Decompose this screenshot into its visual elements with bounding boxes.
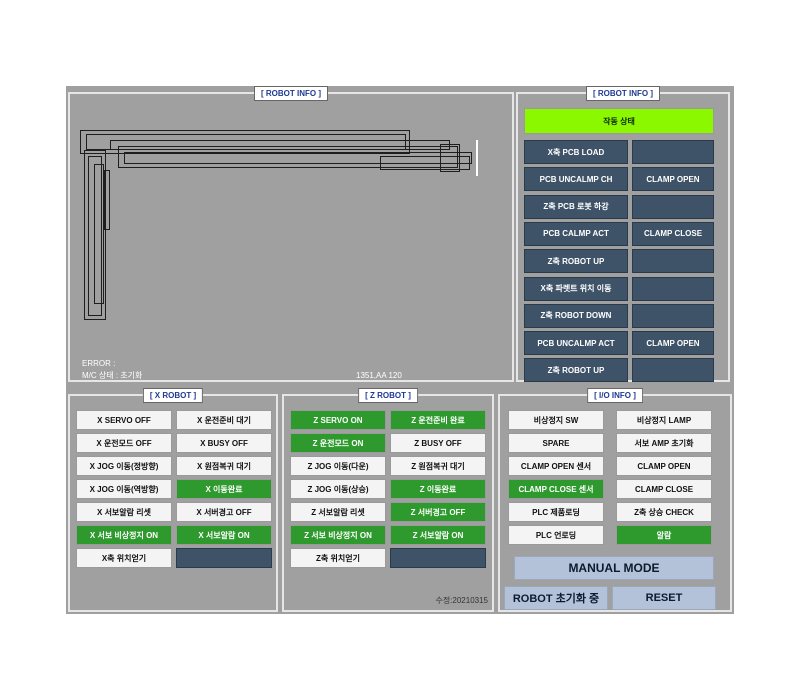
z-robot-control-button[interactable]: Z SERVO ON bbox=[290, 410, 386, 430]
x-robot-status-indicator[interactable]: X 이동완료 bbox=[176, 479, 272, 499]
x-robot-status-indicator[interactable]: X 운전준비 대기 bbox=[176, 410, 272, 430]
sequence-step: Z축 ROBOT DOWN bbox=[524, 303, 628, 328]
x-robot-status-indicator[interactable]: X 서버경고 OFF bbox=[176, 502, 272, 522]
sequence-step: X축 PCB LOAD bbox=[524, 140, 628, 164]
sequence-state: CLAMP OPEN bbox=[632, 167, 714, 192]
io-input-indicator: PLC 제품로딩 bbox=[508, 502, 604, 522]
z-robot-control-button[interactable]: Z JOG 이동(상승) bbox=[290, 479, 386, 499]
x-robot-control-button[interactable]: X 서보 비상정지 ON bbox=[76, 525, 172, 545]
sequence-state bbox=[632, 194, 714, 219]
sequence-state bbox=[632, 358, 714, 383]
x-robot-control-button[interactable]: X 운전모드 OFF bbox=[76, 433, 172, 453]
sequence-state bbox=[632, 276, 714, 301]
mc-state-label: M/C 상태 : 초기화 bbox=[82, 371, 143, 380]
z-robot-status-indicator[interactable]: Z 서보알람 ON bbox=[390, 525, 486, 545]
reset-button[interactable]: RESET bbox=[612, 586, 716, 610]
io-output-button[interactable]: CLAMP OPEN bbox=[616, 456, 712, 476]
io-input-indicator: 비상정지 SW bbox=[508, 410, 604, 430]
coordinates-readout: 1351,AA 120 bbox=[356, 371, 402, 380]
io-input-indicator: SPARE bbox=[508, 433, 604, 453]
sequence-state bbox=[632, 249, 714, 274]
sequence-step: Z축 ROBOT UP bbox=[524, 249, 628, 274]
sequence-step: PCB CALMP ACT bbox=[524, 221, 628, 246]
x-robot-control-button[interactable]: X축 위치얻기 bbox=[76, 548, 172, 568]
error-label: ERROR : bbox=[82, 359, 116, 368]
manual-mode-button[interactable]: MANUAL MODE bbox=[514, 556, 714, 580]
sequence-step: PCB UNCALMP ACT bbox=[524, 331, 628, 356]
io-info-title: [ I/O INFO ] bbox=[587, 388, 643, 403]
z-robot-status-indicator bbox=[390, 548, 486, 568]
robot-control-screen: [ ROBOT INFO ] ERROR : M/C 상태 : 초기화 1351… bbox=[66, 86, 734, 614]
x-robot-control-button[interactable]: X 서보알람 리셋 bbox=[76, 502, 172, 522]
z-robot-status-indicator[interactable]: Z 서버경고 OFF bbox=[390, 502, 486, 522]
x-robot-control-button[interactable]: X SERVO OFF bbox=[76, 410, 172, 430]
z-robot-control-button[interactable]: Z 서보알람 리셋 bbox=[290, 502, 386, 522]
z-robot-status-indicator[interactable]: Z BUSY OFF bbox=[390, 433, 486, 453]
sequence-state: CLAMP OPEN bbox=[632, 331, 714, 356]
sequence-step: Z축 ROBOT UP bbox=[524, 358, 628, 383]
io-output-button[interactable]: CLAMP CLOSE bbox=[616, 479, 712, 499]
io-input-indicator: CLAMP CLOSE 센서 bbox=[508, 479, 604, 499]
operation-status-header: 작동 상태 bbox=[524, 108, 714, 134]
robot-sequence-panel: [ ROBOT INFO ] 작동 상태 X축 PCB LOAD PCB UNCA… bbox=[516, 86, 730, 383]
version-label: 수정:20210315 bbox=[435, 596, 488, 605]
x-robot-control-button[interactable]: X JOG 이동(정방향) bbox=[76, 456, 172, 476]
z-robot-status-indicator[interactable]: Z 운전준비 완료 bbox=[390, 410, 486, 430]
io-input-indicator: PLC 언로딩 bbox=[508, 525, 604, 545]
robot-diagram bbox=[80, 130, 480, 330]
z-robot-status-indicator[interactable]: Z 이동완료 bbox=[390, 479, 486, 499]
z-robot-status-indicator[interactable]: Z 원점복귀 대기 bbox=[390, 456, 486, 476]
x-robot-status-indicator[interactable]: X BUSY OFF bbox=[176, 433, 272, 453]
io-output-button[interactable]: 비상정지 LAMP bbox=[616, 410, 712, 430]
x-robot-status-indicator bbox=[176, 548, 272, 568]
sequence-step: X축 파렛트 위치 이동 bbox=[524, 276, 628, 301]
io-output-button[interactable]: 알람 bbox=[616, 525, 712, 545]
x-robot-control-button[interactable]: X JOG 이동(역방향) bbox=[76, 479, 172, 499]
sequence-step: Z축 PCB 로봇 하강 bbox=[524, 194, 628, 219]
sequence-state: CLAMP CLOSE bbox=[632, 221, 714, 246]
z-robot-panel: [ Z ROBOT ] 수정:20210315 Z SERVO ON Z 운전준비… bbox=[282, 388, 494, 612]
io-output-button[interactable]: 서보 AMP 초기화 bbox=[616, 433, 712, 453]
io-input-indicator: CLAMP OPEN 센서 bbox=[508, 456, 604, 476]
sequence-step: PCB UNCALMP CH bbox=[524, 167, 628, 192]
x-robot-status-indicator[interactable]: X 서보알람 ON bbox=[176, 525, 272, 545]
io-info-panel: [ I/O INFO ] MANUAL MODE ROBOT 초기화 중 RES… bbox=[498, 388, 732, 612]
z-robot-control-button[interactable]: Z JOG 이동(다운) bbox=[290, 456, 386, 476]
z-robot-control-button[interactable]: Z 운전모드 ON bbox=[290, 433, 386, 453]
x-robot-title: [ X ROBOT ] bbox=[142, 388, 204, 403]
sequence-state bbox=[632, 303, 714, 328]
robot-info-title: [ ROBOT INFO ] bbox=[254, 86, 328, 101]
z-robot-control-button[interactable]: Z 서보 비상정지 ON bbox=[290, 525, 386, 545]
x-robot-status-indicator[interactable]: X 원점복귀 대기 bbox=[176, 456, 272, 476]
robot-sequence-title: [ ROBOT INFO ] bbox=[586, 86, 660, 101]
io-output-button[interactable]: Z축 상승 CHECK bbox=[616, 502, 712, 522]
robot-info-panel: [ ROBOT INFO ] ERROR : M/C 상태 : 초기화 1351… bbox=[68, 86, 514, 382]
z-robot-control-button[interactable]: Z축 위치얻기 bbox=[290, 548, 386, 568]
robot-init-button[interactable]: ROBOT 초기화 중 bbox=[504, 586, 608, 610]
sequence-state bbox=[632, 140, 714, 164]
z-robot-title: [ Z ROBOT ] bbox=[358, 388, 418, 403]
x-robot-panel: [ X ROBOT ] X SERVO OFF X 운전준비 대기 X 운전모드 O… bbox=[68, 388, 278, 612]
